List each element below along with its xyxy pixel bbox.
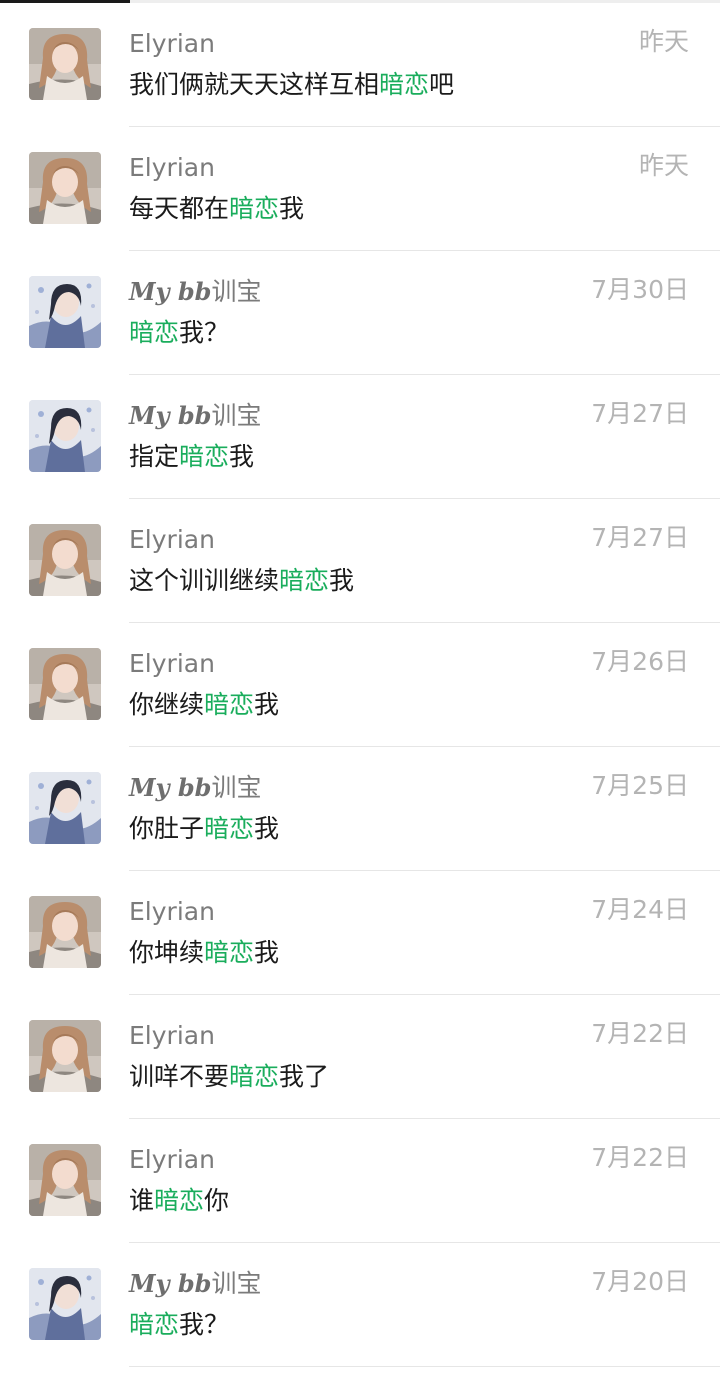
message-text-before: 指定 bbox=[129, 442, 180, 471]
message-text-after: 吧 bbox=[429, 70, 455, 99]
highlighted-keyword: 暗恋 bbox=[154, 1186, 205, 1215]
message-text-after: 我 bbox=[279, 194, 305, 223]
message-text-before: 谁 bbox=[129, 1186, 155, 1215]
search-results-list: Elyrian 昨天 我们俩就天天这样互相暗恋吧 Elyrian 昨天 每天都在… bbox=[0, 3, 720, 1367]
sender-name: Elyrian bbox=[129, 1021, 215, 1050]
message-preview: 我们俩就天天这样互相暗恋吧 bbox=[129, 67, 454, 103]
sender-name: Elyrian bbox=[129, 649, 215, 678]
message-text-after: 我了 bbox=[279, 1062, 330, 1091]
highlighted-keyword: 暗恋 bbox=[279, 566, 330, 595]
female-avatar-light[interactable] bbox=[29, 524, 101, 596]
message-text-before: 这个训训继续 bbox=[129, 566, 280, 595]
message-preview: 你坤续暗恋我 bbox=[129, 935, 279, 971]
message-preview: 谁暗恋你 bbox=[129, 1183, 229, 1219]
chat-message-result-10[interactable]: Elyrian 7月22日 谁暗恋你 bbox=[0, 1119, 720, 1243]
chat-message-result-5[interactable]: Elyrian 7月27日 这个训训继续暗恋我 bbox=[0, 499, 720, 623]
message-date: 昨天 bbox=[638, 27, 689, 56]
message-preview: 暗恋我？ bbox=[129, 1307, 229, 1343]
sender-name: Elyrian bbox=[129, 897, 215, 926]
message-text-before: 每天都在 bbox=[129, 194, 230, 223]
female-avatar-light[interactable] bbox=[29, 1020, 101, 1092]
chat-message-result-11[interactable]: My bb训宝 7月20日 暗恋我？ bbox=[0, 1243, 720, 1367]
message-preview: 暗恋我？ bbox=[129, 315, 229, 351]
message-preview: 指定暗恋我 bbox=[129, 439, 254, 475]
message-text-after: 你 bbox=[204, 1186, 230, 1215]
message-text-after: 我 bbox=[329, 566, 355, 595]
message-text-after: 我？ bbox=[179, 318, 230, 347]
message-date: 7月24日 bbox=[591, 895, 689, 924]
sender-name: My bb训宝 bbox=[129, 1269, 262, 1298]
highlighted-keyword: 暗恋 bbox=[204, 814, 255, 843]
message-text-before: 训咩不要 bbox=[129, 1062, 230, 1091]
female-avatar-blue[interactable] bbox=[29, 276, 101, 348]
highlighted-keyword: 暗恋 bbox=[229, 1062, 280, 1091]
message-preview: 你肚子暗恋我 bbox=[129, 811, 279, 847]
message-text-after: 我 bbox=[254, 814, 280, 843]
chat-message-result-7[interactable]: My bb训宝 7月25日 你肚子暗恋我 bbox=[0, 747, 720, 871]
female-avatar-light[interactable] bbox=[29, 152, 101, 224]
highlighted-keyword: 暗恋 bbox=[204, 690, 255, 719]
message-preview: 每天都在暗恋我 bbox=[129, 191, 304, 227]
message-date: 7月27日 bbox=[591, 399, 689, 428]
message-date: 7月30日 bbox=[591, 275, 689, 304]
female-avatar-light[interactable] bbox=[29, 648, 101, 720]
highlighted-keyword: 暗恋 bbox=[129, 1310, 180, 1339]
sender-name: My bb训宝 bbox=[129, 773, 262, 802]
chat-message-result-8[interactable]: Elyrian 7月24日 你坤续暗恋我 bbox=[0, 871, 720, 995]
message-date: 7月25日 bbox=[591, 771, 689, 800]
message-date: 昨天 bbox=[638, 151, 689, 180]
sender-name: My bb训宝 bbox=[129, 277, 262, 306]
female-avatar-blue[interactable] bbox=[29, 400, 101, 472]
sender-name: Elyrian bbox=[129, 525, 215, 554]
sender-name: Elyrian bbox=[129, 1145, 215, 1174]
message-text-after: 我 bbox=[254, 690, 280, 719]
sender-name: Elyrian bbox=[129, 153, 215, 182]
chat-message-result-9[interactable]: Elyrian 7月22日 训咩不要暗恋我了 bbox=[0, 995, 720, 1119]
female-avatar-light[interactable] bbox=[29, 896, 101, 968]
message-text-before: 你继续 bbox=[129, 690, 205, 719]
message-date: 7月27日 bbox=[591, 523, 689, 552]
highlighted-keyword: 暗恋 bbox=[129, 318, 180, 347]
female-avatar-blue[interactable] bbox=[29, 772, 101, 844]
chat-message-result-2[interactable]: Elyrian 昨天 每天都在暗恋我 bbox=[0, 127, 720, 251]
message-preview: 训咩不要暗恋我了 bbox=[129, 1059, 329, 1095]
message-text-before: 你坤续 bbox=[129, 938, 205, 967]
chat-message-result-1[interactable]: Elyrian 昨天 我们俩就天天这样互相暗恋吧 bbox=[0, 3, 720, 127]
message-text-after: 我？ bbox=[179, 1310, 230, 1339]
sender-name: My bb训宝 bbox=[129, 401, 262, 430]
message-preview: 你继续暗恋我 bbox=[129, 687, 279, 723]
message-date: 7月20日 bbox=[591, 1267, 689, 1296]
chat-message-result-3[interactable]: My bb训宝 7月30日 暗恋我？ bbox=[0, 251, 720, 375]
female-avatar-light[interactable] bbox=[29, 28, 101, 100]
message-date: 7月26日 bbox=[591, 647, 689, 676]
message-text-before: 你肚子 bbox=[129, 814, 205, 843]
chat-message-result-6[interactable]: Elyrian 7月26日 你继续暗恋我 bbox=[0, 623, 720, 747]
message-text-after: 我 bbox=[254, 938, 280, 967]
female-avatar-blue[interactable] bbox=[29, 1268, 101, 1340]
female-avatar-light[interactable] bbox=[29, 1144, 101, 1216]
highlighted-keyword: 暗恋 bbox=[229, 194, 280, 223]
highlighted-keyword: 暗恋 bbox=[179, 442, 230, 471]
chat-message-result-4[interactable]: My bb训宝 7月27日 指定暗恋我 bbox=[0, 375, 720, 499]
message-preview: 这个训训继续暗恋我 bbox=[129, 563, 354, 599]
message-date: 7月22日 bbox=[591, 1143, 689, 1172]
row-divider bbox=[129, 1366, 720, 1367]
message-date: 7月22日 bbox=[591, 1019, 689, 1048]
message-text-after: 我 bbox=[229, 442, 255, 471]
sender-name: Elyrian bbox=[129, 29, 215, 58]
highlighted-keyword: 暗恋 bbox=[379, 70, 430, 99]
message-text-before: 我们俩就天天这样互相 bbox=[129, 70, 380, 99]
highlighted-keyword: 暗恋 bbox=[204, 938, 255, 967]
